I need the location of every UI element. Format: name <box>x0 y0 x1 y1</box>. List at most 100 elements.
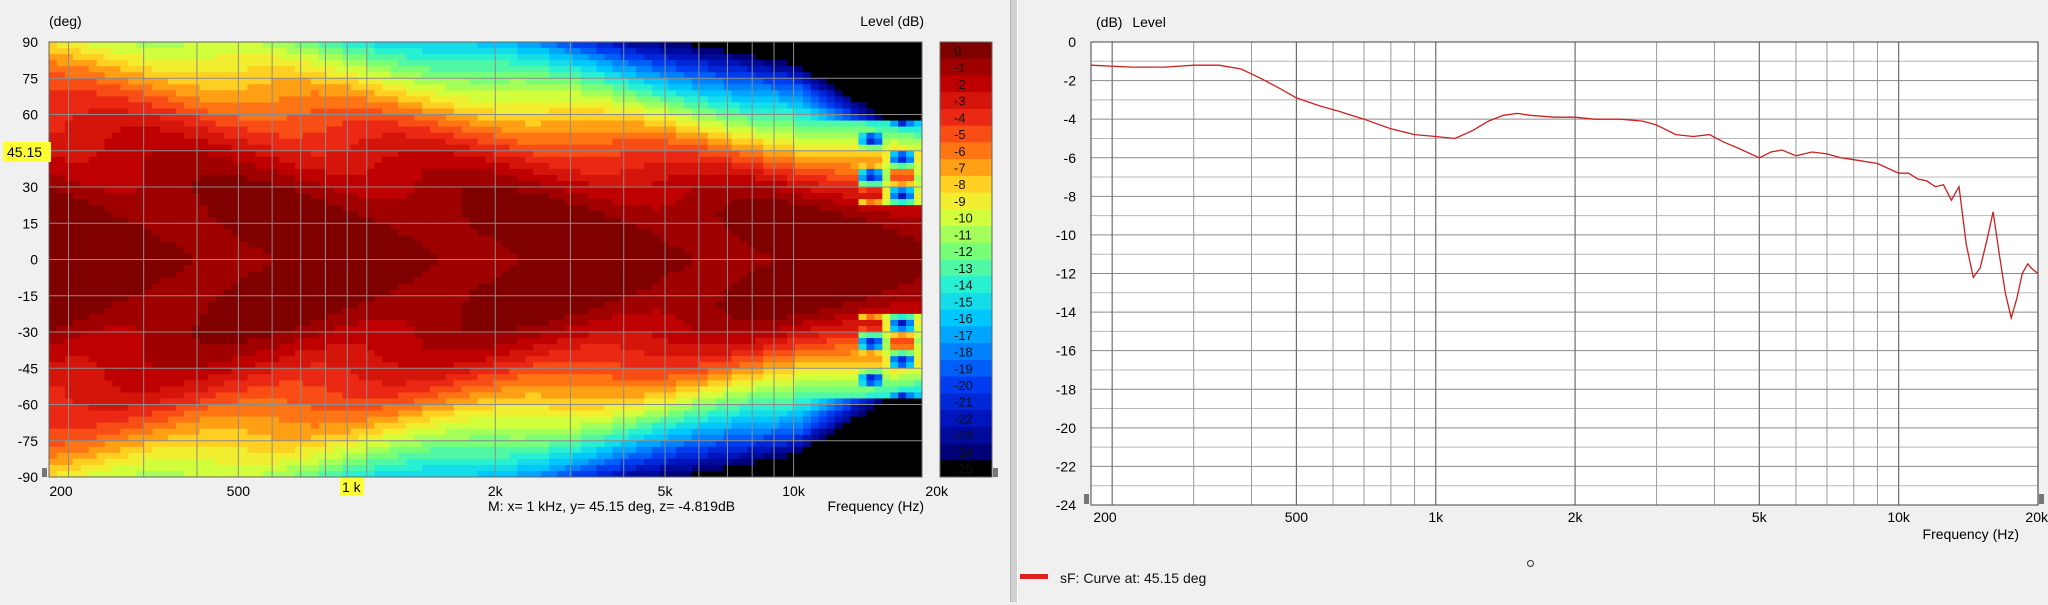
heatmap-cell <box>374 205 383 212</box>
contour-chart[interactable]: (deg) Level (dB) 9075604530150-15-30-45-… <box>0 0 1010 602</box>
heatmap-cell <box>80 168 90 176</box>
heatmap-cell <box>429 332 439 339</box>
heatmap-cell <box>88 229 98 236</box>
heatmap-cell <box>461 404 471 412</box>
heatmap-cell <box>453 301 463 309</box>
heatmap-cell <box>302 422 312 430</box>
heatmap-cell <box>445 344 455 351</box>
heatmap-cell <box>517 283 526 291</box>
heatmap-cell <box>541 428 550 436</box>
heatmap-cell <box>295 410 304 418</box>
heatmap-cell <box>453 187 463 194</box>
heatmap-cell <box>56 283 66 291</box>
heatmap-cell <box>168 54 177 61</box>
heatmap-cell <box>453 452 463 460</box>
heatmap-cell <box>310 277 320 285</box>
heatmap-cell <box>493 416 502 424</box>
heatmap-cell <box>207 174 217 182</box>
heatmap-cell <box>493 174 502 182</box>
heatmap-cell <box>358 277 368 285</box>
heatmap-cell <box>287 446 296 454</box>
heatmap-cell <box>128 368 137 375</box>
heatmap-cell <box>279 440 288 448</box>
heatmap-cell <box>318 84 328 91</box>
heatmap-cell <box>406 440 415 448</box>
heatmap-cell <box>533 96 542 104</box>
heatmap-cell <box>295 271 304 279</box>
heatmap-cell <box>326 114 336 122</box>
heatmap-cell <box>517 440 526 448</box>
heatmap-cell <box>469 193 479 200</box>
heatmap-cell <box>160 277 169 285</box>
heatmap-cell <box>366 54 375 61</box>
heatmap-cell <box>485 150 495 158</box>
heatmap-cell <box>239 386 249 394</box>
heatmap-cell <box>437 440 447 448</box>
heatmap-cell <box>239 338 249 345</box>
heatmap-cell <box>310 446 320 454</box>
heatmap-cell <box>548 84 558 91</box>
heatmap-cell <box>183 42 193 49</box>
heatmap-cell <box>160 446 169 454</box>
heatmap-cell <box>144 464 153 472</box>
heatmap-cell <box>223 319 233 327</box>
heatmap-cell <box>247 313 256 321</box>
heatmap-cell <box>517 368 526 375</box>
heatmap-cell <box>580 235 590 242</box>
heatmap-cell <box>49 277 58 285</box>
heatmap-cell <box>517 356 526 363</box>
heatmap-cell <box>207 205 217 212</box>
heatmap-cell <box>326 374 336 381</box>
heatmap-cell <box>422 78 431 85</box>
heatmap-cell <box>485 386 495 394</box>
heatmap-cell <box>168 187 177 194</box>
heatmap-cell <box>461 174 471 182</box>
heatmap-cell <box>548 114 558 122</box>
heatmap-cell <box>215 259 225 267</box>
heatmap-cell <box>64 428 74 436</box>
heatmap-cell <box>287 313 296 321</box>
heatmap-cell <box>128 301 137 309</box>
heatmap-cell <box>191 229 201 236</box>
heatmap-cell <box>556 404 566 412</box>
heatmap-cell <box>239 259 249 267</box>
heatmap-cell <box>152 307 161 315</box>
heatmap-cell <box>588 66 598 73</box>
heatmap-cell <box>88 54 98 61</box>
heatmap-cell <box>390 283 399 291</box>
heatmap-cell <box>485 319 495 327</box>
heatmap-cell <box>469 126 479 134</box>
heatmap-cell <box>350 283 360 291</box>
heatmap-cell <box>207 440 217 448</box>
heatmap-cell <box>175 90 185 97</box>
heatmap-cell <box>533 187 542 194</box>
heatmap-cell <box>152 102 161 110</box>
heatmap-cell <box>175 464 185 472</box>
heatmap-cell <box>334 380 344 387</box>
heatmap-cell <box>144 386 153 394</box>
heatmap-cell <box>247 404 256 412</box>
heatmap-cell <box>366 332 375 339</box>
heatmap-cell <box>422 422 431 430</box>
heatmap-cell <box>80 205 90 212</box>
heatmap-cell <box>414 374 423 381</box>
heatmap-cell <box>64 464 74 472</box>
heatmap-cell <box>517 102 526 110</box>
heatmap-cell <box>64 96 74 104</box>
heatmap-cell <box>144 247 153 255</box>
heatmap-cell <box>445 247 455 255</box>
heatmap-cell <box>366 199 375 206</box>
heatmap-cell <box>144 235 153 242</box>
heatmap-cell <box>56 386 66 394</box>
heatmap-cell <box>239 404 249 412</box>
heatmap-cell <box>414 120 423 128</box>
heatmap-cell <box>525 277 534 285</box>
heatmap-cell <box>541 277 550 285</box>
heatmap-cell <box>255 78 264 85</box>
heatmap-cell <box>461 374 471 381</box>
heatmap-cell <box>382 174 391 182</box>
heatmap-cell <box>318 114 328 122</box>
heatmap-cell <box>183 259 193 267</box>
heatmap-cell <box>422 162 431 170</box>
heatmap-cell <box>485 265 495 273</box>
